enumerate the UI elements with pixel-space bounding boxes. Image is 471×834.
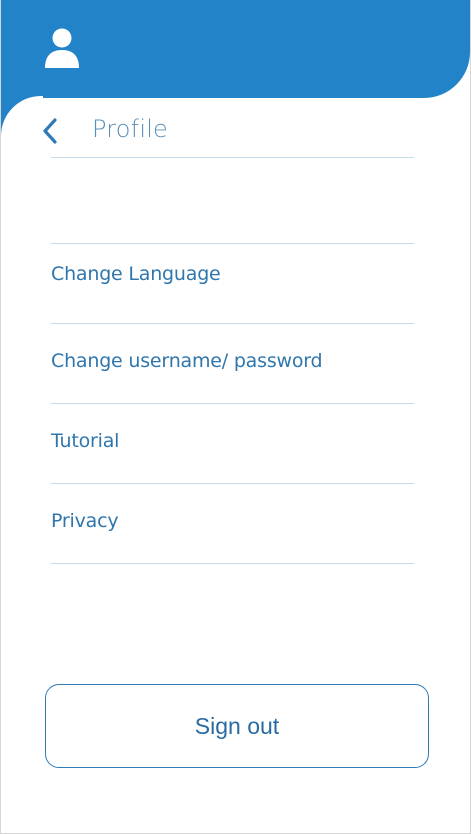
- profile-screen: Profile Change Language Change username/…: [0, 0, 471, 834]
- chevron-left-icon: [43, 118, 57, 144]
- menu-item-change-username-password[interactable]: Change username/ password: [51, 331, 414, 391]
- menu-item-change-language[interactable]: Change Language: [51, 244, 414, 304]
- page-title: Profile: [92, 115, 169, 143]
- divider: [51, 403, 414, 404]
- divider: [51, 323, 414, 324]
- menu-item-privacy[interactable]: Privacy: [51, 491, 414, 551]
- back-button[interactable]: [35, 114, 65, 148]
- menu-item-tutorial[interactable]: Tutorial: [51, 411, 414, 471]
- divider: [51, 483, 414, 484]
- sign-out-button[interactable]: Sign out: [45, 684, 429, 768]
- user-icon[interactable]: [44, 28, 80, 68]
- divider: [51, 157, 414, 158]
- divider: [51, 563, 414, 564]
